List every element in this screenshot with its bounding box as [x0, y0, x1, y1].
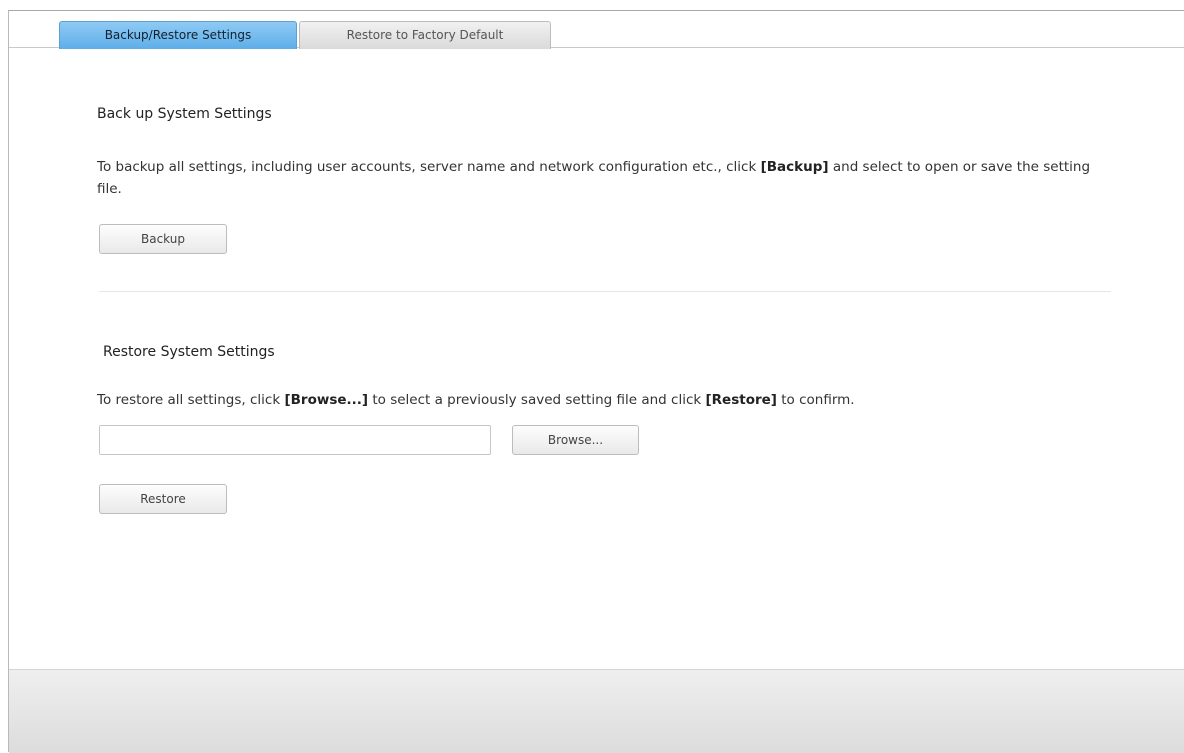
restore-desc-keyword-restore: [Restore] [705, 392, 777, 408]
tab-content: Back up System Settings To backup all se… [9, 48, 1184, 669]
restore-desc-text: To restore all settings, click [97, 392, 285, 408]
backup-button[interactable]: Backup [99, 224, 227, 254]
footer-bar [9, 669, 1184, 753]
tab-strip: Backup/Restore Settings Restore to Facto… [9, 11, 1184, 49]
browse-button[interactable]: Browse... [512, 425, 639, 455]
restore-desc-keyword-browse: [Browse...] [284, 392, 369, 408]
restore-description: To restore all settings, click [Browse..… [97, 389, 1157, 411]
restore-desc-text-end: to confirm. [776, 392, 855, 408]
backup-desc-text: To backup all settings, including user a… [97, 159, 761, 175]
restore-file-path-input[interactable] [99, 425, 491, 455]
settings-window: Backup/Restore Settings Restore to Facto… [8, 10, 1184, 753]
section-divider [99, 291, 1111, 292]
tab-restore-factory-default[interactable]: Restore to Factory Default [299, 21, 551, 49]
tab-backup-restore-settings[interactable]: Backup/Restore Settings [59, 21, 297, 49]
backup-heading: Back up System Settings [97, 106, 272, 122]
restore-heading: Restore System Settings [103, 344, 275, 360]
restore-button[interactable]: Restore [99, 484, 227, 514]
restore-desc-text-middle: to select a previously saved setting fil… [368, 392, 706, 408]
backup-desc-keyword: [Backup] [760, 159, 829, 175]
backup-description: To backup all settings, including user a… [97, 156, 1097, 200]
